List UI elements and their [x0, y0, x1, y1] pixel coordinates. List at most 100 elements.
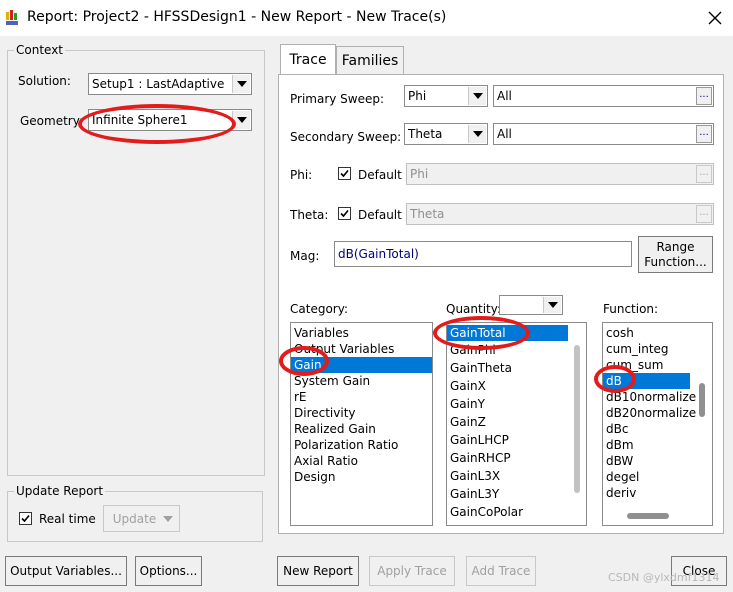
- primary-sweep-select[interactable]: Phi: [404, 85, 488, 107]
- quantity-item[interactable]: GainLHCP: [447, 431, 586, 449]
- quantity-item[interactable]: GainRHCP: [447, 449, 586, 467]
- chevron-down-icon[interactable]: [232, 75, 250, 93]
- function-item[interactable]: dB10normalize: [603, 389, 712, 405]
- tab-families-label: Families: [341, 52, 399, 69]
- function-vscrollbar[interactable]: [699, 383, 705, 417]
- secondary-sweep-range: All: [497, 127, 512, 141]
- watermark: CSDN @ylxdmf1314: [608, 571, 720, 584]
- theta-value: Theta: [410, 207, 445, 221]
- realtime-label: Real time: [39, 512, 96, 526]
- primary-sweep-label: Primary Sweep:: [290, 92, 385, 106]
- close-window-button[interactable]: [701, 4, 729, 32]
- tab-trace[interactable]: Trace: [280, 44, 336, 74]
- apply-trace-button[interactable]: Apply Trace: [369, 556, 455, 586]
- secondary-sweep-select[interactable]: Theta: [404, 123, 488, 145]
- quantity-label: Quantity:: [446, 302, 502, 316]
- quantity-item[interactable]: GainY: [447, 395, 586, 413]
- chevron-down-icon[interactable]: [232, 111, 250, 129]
- primary-sweep-value: Phi: [408, 89, 427, 103]
- quantity-item[interactable]: GainL3X: [447, 467, 586, 485]
- tab-trace-label: Trace: [289, 51, 327, 68]
- solution-value: Setup1 : LastAdaptive: [92, 77, 225, 91]
- range-function-line1: Range: [656, 239, 695, 254]
- realtime-checkbox[interactable]: [19, 512, 32, 525]
- apply-trace-label: Apply Trace: [377, 564, 447, 578]
- quantity-list[interactable]: GainTotal GainPhi GainTheta GainX GainY …: [446, 322, 587, 526]
- function-item[interactable]: dB20normalize: [603, 405, 712, 421]
- primary-sweep-range-field[interactable]: All ...: [493, 85, 714, 107]
- theta-label: Theta:: [290, 208, 329, 222]
- theta-ellipsis-button[interactable]: ...: [696, 205, 712, 223]
- quantity-filter-select[interactable]: [499, 295, 563, 315]
- secondary-sweep-range-field[interactable]: All ...: [493, 123, 714, 145]
- category-label: Category:: [290, 302, 348, 316]
- category-item[interactable]: Polarization Ratio: [291, 437, 432, 453]
- range-function-line2: Function...: [644, 254, 707, 269]
- chevron-down-icon[interactable]: [543, 297, 561, 313]
- context-group: Context: [7, 43, 265, 476]
- function-item[interactable]: cosh: [603, 325, 712, 341]
- function-item-selected[interactable]: dB: [603, 373, 690, 389]
- secondary-sweep-ellipsis-button[interactable]: ...: [696, 125, 712, 143]
- theta-default-label: Default: [358, 208, 402, 222]
- geometry-label: Geometry:: [20, 114, 84, 128]
- function-item[interactable]: dBc: [603, 421, 712, 437]
- add-trace-button[interactable]: Add Trace: [466, 556, 536, 586]
- phi-default-checkbox[interactable]: [338, 167, 351, 180]
- quantity-item[interactable]: GainPhi: [447, 341, 586, 359]
- update-report-legend: Update Report: [16, 484, 104, 498]
- category-item[interactable]: Realized Gain: [291, 421, 432, 437]
- geometry-value: Infinite Sphere1: [92, 113, 188, 127]
- primary-sweep-ellipsis-button[interactable]: ...: [696, 87, 712, 105]
- update-button[interactable]: Update: [103, 505, 180, 532]
- function-item[interactable]: dBW: [603, 453, 712, 469]
- geometry-select[interactable]: Infinite Sphere1: [88, 109, 252, 131]
- category-item[interactable]: System Gain: [291, 373, 432, 389]
- category-item-selected[interactable]: Gain: [291, 357, 432, 373]
- quantity-item[interactable]: GainX: [447, 377, 586, 395]
- chevron-down-icon[interactable]: [468, 87, 486, 105]
- category-item[interactable]: Variables: [291, 325, 432, 341]
- options-button[interactable]: Options...: [135, 556, 202, 586]
- quantity-item[interactable]: GainTheta: [447, 359, 586, 377]
- primary-sweep-range: All: [497, 89, 512, 103]
- phi-ellipsis-button[interactable]: ...: [696, 165, 712, 183]
- new-report-button[interactable]: New Report: [277, 556, 359, 586]
- function-item[interactable]: dBm: [603, 437, 712, 453]
- solution-select[interactable]: Setup1 : LastAdaptive: [88, 73, 252, 95]
- quantity-item[interactable]: GainL3Y: [447, 485, 586, 503]
- solution-label: Solution:: [18, 74, 71, 88]
- range-function-button[interactable]: Range Function...: [638, 236, 713, 273]
- function-list[interactable]: cosh cum_integ cum_sum dB dB10normalize …: [602, 322, 713, 526]
- function-label: Function:: [603, 302, 659, 316]
- update-label: Update: [112, 511, 157, 526]
- category-list[interactable]: Variables Output Variables Gain System G…: [290, 322, 433, 526]
- function-item[interactable]: deriv: [603, 485, 712, 501]
- secondary-sweep-value: Theta: [408, 127, 443, 141]
- category-item[interactable]: Output Variables: [291, 341, 432, 357]
- quantity-scrollbar[interactable]: [574, 345, 580, 493]
- mag-expression-input[interactable]: dB(GainTotal): [334, 241, 632, 267]
- options-label: Options...: [139, 564, 198, 578]
- function-item[interactable]: degel: [603, 469, 712, 485]
- function-item[interactable]: cum_sum: [603, 357, 712, 373]
- category-item[interactable]: rE: [291, 389, 432, 405]
- tab-families[interactable]: Families: [336, 46, 404, 74]
- category-item[interactable]: Axial Ratio: [291, 453, 432, 469]
- chevron-down-icon: [163, 516, 173, 522]
- quantity-item[interactable]: GainZ: [447, 413, 586, 431]
- category-item[interactable]: Design: [291, 469, 432, 485]
- quantity-item-selected[interactable]: GainTotal: [447, 325, 568, 341]
- category-item[interactable]: Directivity: [291, 405, 432, 421]
- add-trace-label: Add Trace: [471, 564, 531, 578]
- quantity-item[interactable]: GainCoPolar: [447, 503, 586, 521]
- phi-field[interactable]: Phi ...: [406, 163, 714, 185]
- theta-field[interactable]: Theta ...: [406, 203, 714, 225]
- phi-label: Phi:: [290, 168, 313, 182]
- theta-default-checkbox[interactable]: [338, 207, 351, 220]
- function-hscrollbar[interactable]: [627, 513, 669, 519]
- chevron-down-icon[interactable]: [468, 125, 486, 143]
- function-item[interactable]: cum_integ: [603, 341, 712, 357]
- mag-value: dB(GainTotal): [338, 247, 419, 261]
- output-variables-button[interactable]: Output Variables...: [5, 556, 127, 586]
